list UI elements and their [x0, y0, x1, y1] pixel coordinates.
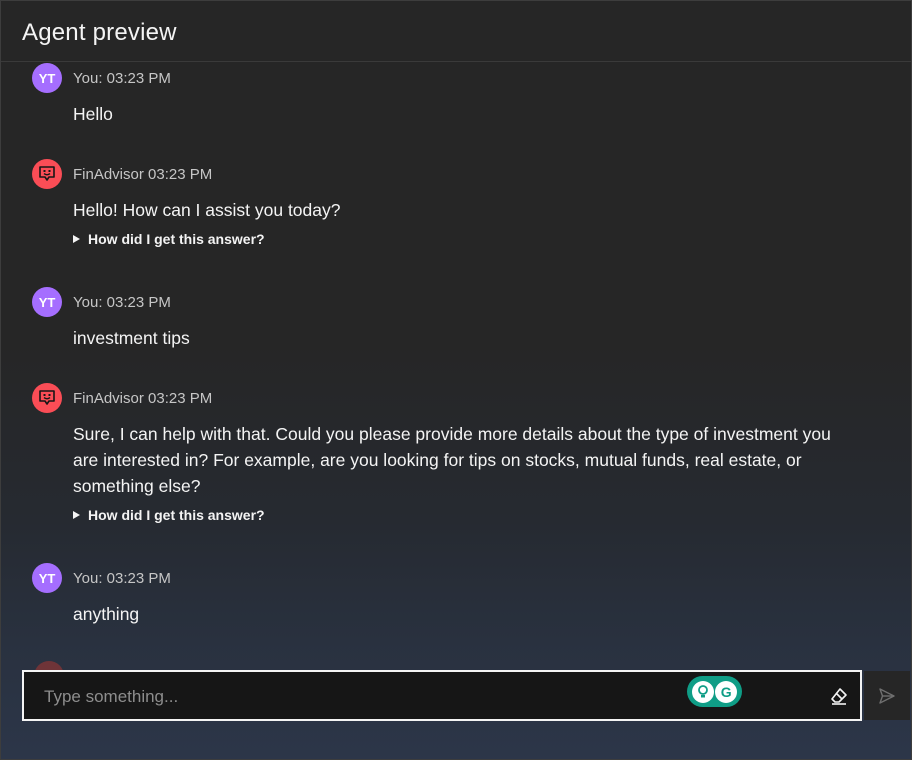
send-button[interactable]: [864, 671, 910, 720]
user-avatar: YT: [32, 63, 62, 93]
grammarly-widget[interactable]: G: [687, 676, 742, 707]
message-meta: You: 03:23 PM: [73, 70, 171, 87]
bot-face-icon: [39, 390, 55, 405]
message-text: investment tips: [73, 328, 190, 348]
how-did-i-get-this-answer-toggle[interactable]: How did I get this answer?: [73, 507, 265, 523]
caret-right-icon: [73, 511, 80, 519]
message-text: Hello! How can I assist you today?: [73, 200, 341, 220]
panel-header: Agent preview: [1, 1, 911, 62]
send-icon: [879, 687, 895, 704]
user-avatar: YT: [32, 287, 62, 317]
message-meta: You: 03:23 PM: [73, 294, 171, 311]
bot-avatar: [32, 383, 62, 413]
message-meta: You: 03:23 PM: [73, 570, 171, 587]
chat-message-list[interactable]: YT You: 03:23 PM Hello FinAdvisor 03:23 …: [1, 63, 911, 669]
user-avatar: YT: [32, 563, 62, 593]
message-meta: FinAdvisor 03:23 PM: [73, 390, 213, 407]
message-composer: G: [22, 670, 862, 721]
message-meta: FinAdvisor 03:23 PM: [73, 166, 213, 183]
caret-right-icon: [73, 235, 80, 243]
message-input[interactable]: [42, 684, 686, 710]
agent-preview-panel: Agent preview YT You: 03:23 PM Hello Fin…: [0, 0, 912, 760]
panel-title: Agent preview: [22, 19, 177, 46]
message-text: Hello: [73, 104, 113, 124]
message-text: Sure, I can help with that. Could you pl…: [73, 424, 831, 496]
bot-face-icon: [39, 166, 55, 181]
explain-label: How did I get this answer?: [88, 507, 265, 523]
bot-avatar: [32, 159, 62, 189]
message-text: anything: [73, 604, 140, 624]
eraser-icon[interactable]: [829, 686, 849, 706]
explain-label: How did I get this answer?: [88, 231, 265, 247]
lightbulb-icon: [691, 680, 714, 703]
how-did-i-get-this-answer-toggle[interactable]: How did I get this answer?: [73, 231, 265, 247]
grammarly-icon: G: [715, 680, 738, 703]
